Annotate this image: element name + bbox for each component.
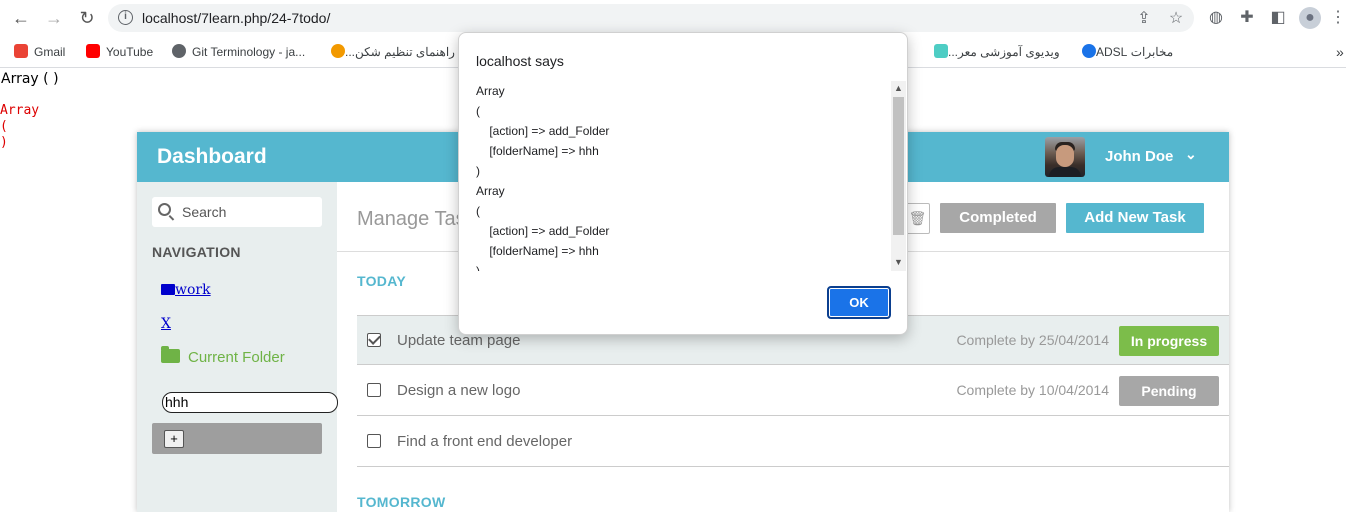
trash-icon[interactable]: 🗑 (905, 203, 930, 234)
bookmark-vpn-guide[interactable]: راهنمای تنظیم شکن... (325, 42, 455, 62)
extensions-icon[interactable]: ✚ (1236, 7, 1258, 29)
add-folder-bar: + (152, 423, 322, 454)
task-name: Find a front end developer (397, 433, 573, 450)
page-title: Manage Tas (357, 208, 466, 230)
sidebar: Search NAVIGATION work X Current Folder … (137, 182, 338, 512)
search-placeholder: Search (182, 204, 227, 220)
share-icon[interactable]: ⇪ (1134, 8, 1154, 28)
new-folder-input[interactable]: hhh (162, 392, 338, 413)
globe-icon[interactable]: ◍ (1205, 7, 1227, 29)
chevron-down-icon[interactable]: ⌄ (1185, 146, 1197, 163)
section-today: TODAY (357, 273, 406, 289)
bookmark-video[interactable]: ویدیوی آموزشی معر... (928, 42, 1060, 62)
search-icon (158, 203, 171, 216)
alert-dialog: localhost says Array ( [action] => add_F… (458, 32, 908, 335)
add-new-task-button[interactable]: Add New Task (1066, 203, 1204, 233)
alert-scrollbar[interactable]: ▲ ▼ (891, 81, 906, 271)
task-due: Complete by 25/04/2014 (956, 332, 1109, 348)
side-panel-icon[interactable]: ◧ (1267, 7, 1289, 29)
user-name[interactable]: John Doe (1105, 148, 1173, 165)
navigation-heading: NAVIGATION (152, 244, 241, 260)
folder-icon (161, 284, 175, 295)
bookmark-youtube[interactable]: YouTube (86, 42, 153, 62)
task-checkbox[interactable] (367, 333, 381, 347)
scroll-up-icon[interactable]: ▲ (894, 83, 903, 93)
bookmark-adsl[interactable]: مخابرات ADSL (1076, 42, 1173, 62)
alert-message: Array ( [action] => add_Folder [folderNa… (476, 84, 610, 271)
status-badge: In progress (1119, 326, 1219, 356)
browser-toolbar: ← → ↻ i localhost/7learn.php/24-7todo/ ⇪… (0, 0, 1346, 36)
dashboard-title: Dashboard (157, 145, 267, 168)
globe-icon (172, 44, 186, 58)
add-folder-button[interactable]: + (164, 430, 184, 448)
task-due: Complete by 10/04/2014 (956, 382, 1109, 398)
scroll-down-icon[interactable]: ▼ (894, 257, 903, 267)
menu-icon[interactable]: ⋮ (1330, 7, 1346, 29)
book-icon (934, 44, 948, 58)
site-info-icon[interactable]: i (118, 10, 133, 25)
folder-icon (161, 346, 180, 363)
task-row[interactable]: Find a front end developer (357, 417, 1229, 467)
task-row[interactable]: Design a new logo Complete by 10/04/2014… (357, 366, 1229, 416)
completed-button[interactable]: Completed (940, 203, 1056, 233)
scroll-thumb[interactable] (893, 97, 904, 235)
folder-link-x[interactable]: X (161, 316, 171, 332)
current-folder[interactable]: Current Folder (161, 346, 285, 366)
back-icon[interactable]: ← (9, 6, 33, 30)
status-badge: Pending (1119, 376, 1219, 406)
avatar[interactable] (1045, 137, 1085, 177)
folder-link-work[interactable]: work (161, 282, 211, 298)
bookmark-star-icon[interactable]: ☆ (1166, 8, 1186, 28)
task-name: Design a new logo (397, 382, 521, 399)
bookmark-git[interactable]: Git Terminology - ja... (172, 42, 305, 62)
forward-icon[interactable]: → (42, 6, 66, 30)
ok-button[interactable]: OK (827, 286, 891, 319)
bookmarks-overflow[interactable]: » (1336, 42, 1344, 62)
raw-output-line: Array ( ) (1, 71, 59, 87)
reload-icon[interactable]: ↻ (75, 6, 99, 30)
search-input[interactable]: Search (152, 197, 322, 227)
bookmark-icon (331, 44, 345, 58)
task-checkbox[interactable] (367, 383, 381, 397)
alert-title: localhost says (476, 53, 564, 69)
profile-icon[interactable]: ● (1299, 7, 1321, 29)
raw-output-block: Array ( ) (0, 103, 40, 150)
gmail-icon (14, 44, 28, 58)
address-bar[interactable]: i localhost/7learn.php/24-7todo/ ⇪ ☆ (108, 4, 1194, 32)
youtube-icon (86, 44, 100, 58)
task-checkbox[interactable] (367, 434, 381, 448)
network-icon (1082, 44, 1096, 58)
address-url[interactable]: localhost/7learn.php/24-7todo/ (142, 10, 330, 26)
bookmark-gmail[interactable]: Gmail (14, 42, 65, 62)
